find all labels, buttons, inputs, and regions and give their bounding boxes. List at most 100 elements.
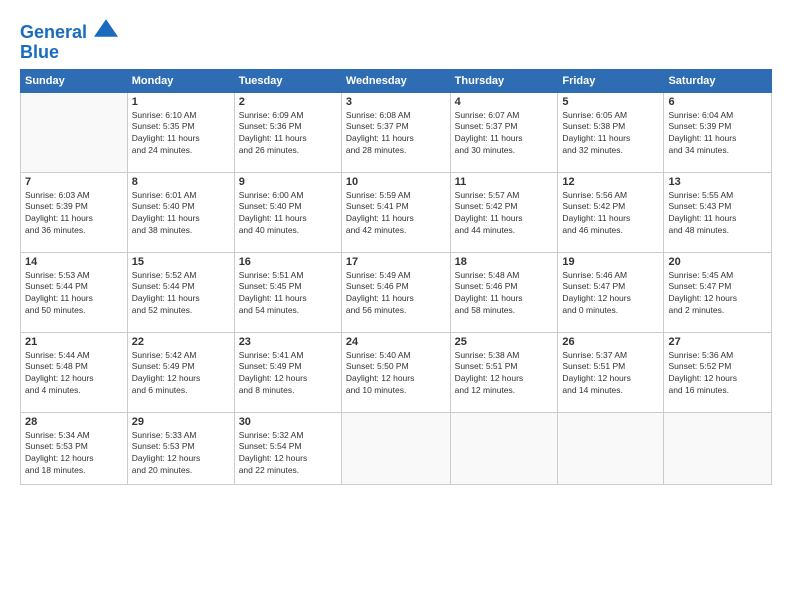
calendar-cell: 28 Sunrise: 5:34 AM Sunset: 5:53 PM Dayli… [21,412,128,484]
logo-icon [94,18,118,38]
day-number: 22 [132,336,230,348]
calendar-cell: 9 Sunrise: 6:00 AM Sunset: 5:40 PM Daylig… [234,172,341,252]
calendar-cell [558,412,664,484]
day-info: Sunrise: 5:38 AM Sunset: 5:51 PM Dayligh… [455,350,554,398]
day-number: 18 [455,256,554,268]
day-info: Sunrise: 5:44 AM Sunset: 5:48 PM Dayligh… [25,350,123,398]
weekday-header-tuesday: Tuesday [234,69,341,92]
day-info: Sunrise: 6:07 AM Sunset: 5:37 PM Dayligh… [455,110,554,158]
calendar-cell: 11Sunrise: 5:57 AM Sunset: 5:42 PM Dayli… [450,172,558,252]
day-number: 27 [668,336,767,348]
day-info: Sunrise: 5:59 AM Sunset: 5:41 PM Dayligh… [346,190,446,238]
week-row-2: 7 Sunrise: 6:03 AM Sunset: 5:39 PM Daylig… [21,172,772,252]
day-number: 16 [239,256,337,268]
day-info: Sunrise: 5:37 AM Sunset: 5:51 PM Dayligh… [562,350,659,398]
day-number: 15 [132,256,230,268]
calendar-cell: 8 Sunrise: 6:01 AM Sunset: 5:40 PM Daylig… [127,172,234,252]
day-info: Sunrise: 5:40 AM Sunset: 5:50 PM Dayligh… [346,350,446,398]
calendar-cell: 4 Sunrise: 6:07 AM Sunset: 5:37 PM Daylig… [450,92,558,172]
day-number: 14 [25,256,123,268]
day-number: 29 [132,416,230,428]
day-info: Sunrise: 5:32 AM Sunset: 5:54 PM Dayligh… [239,430,337,478]
day-number: 8 [132,176,230,188]
calendar-cell: 29 Sunrise: 5:33 AM Sunset: 5:53 PM Dayli… [127,412,234,484]
calendar-cell: 24 Sunrise: 5:40 AM Sunset: 5:50 PM Dayli… [341,332,450,412]
day-number: 26 [562,336,659,348]
day-number: 24 [346,336,446,348]
logo-blue: Blue [20,43,118,63]
calendar-cell: 2 Sunrise: 6:09 AM Sunset: 5:36 PM Daylig… [234,92,341,172]
calendar-cell: 3 Sunrise: 6:08 AM Sunset: 5:37 PM Daylig… [341,92,450,172]
week-row-4: 21Sunrise: 5:44 AM Sunset: 5:48 PM Dayli… [21,332,772,412]
day-info: Sunrise: 6:08 AM Sunset: 5:37 PM Dayligh… [346,110,446,158]
day-info: Sunrise: 5:41 AM Sunset: 5:49 PM Dayligh… [239,350,337,398]
day-number: 6 [668,96,767,108]
day-number: 3 [346,96,446,108]
day-info: Sunrise: 5:55 AM Sunset: 5:43 PM Dayligh… [668,190,767,238]
calendar-cell: 12Sunrise: 5:56 AM Sunset: 5:42 PM Dayli… [558,172,664,252]
week-row-1: 1 Sunrise: 6:10 AM Sunset: 5:35 PM Daylig… [21,92,772,172]
calendar-cell: 25 Sunrise: 5:38 AM Sunset: 5:51 PM Dayli… [450,332,558,412]
weekday-header-thursday: Thursday [450,69,558,92]
header: General Blue [20,16,772,63]
week-row-5: 28 Sunrise: 5:34 AM Sunset: 5:53 PM Dayli… [21,412,772,484]
day-info: Sunrise: 5:42 AM Sunset: 5:49 PM Dayligh… [132,350,230,398]
day-number: 7 [25,176,123,188]
day-number: 25 [455,336,554,348]
day-info: Sunrise: 5:34 AM Sunset: 5:53 PM Dayligh… [25,430,123,478]
weekday-header-monday: Monday [127,69,234,92]
day-number: 10 [346,176,446,188]
day-number: 19 [562,256,659,268]
day-number: 20 [668,256,767,268]
calendar-cell: 16 Sunrise: 5:51 AM Sunset: 5:45 PM Dayli… [234,252,341,332]
day-info: Sunrise: 5:48 AM Sunset: 5:46 PM Dayligh… [455,270,554,318]
day-number: 2 [239,96,337,108]
calendar-cell: 15 Sunrise: 5:52 AM Sunset: 5:44 PM Dayli… [127,252,234,332]
day-info: Sunrise: 5:46 AM Sunset: 5:47 PM Dayligh… [562,270,659,318]
day-number: 13 [668,176,767,188]
calendar-cell: 20 Sunrise: 5:45 AM Sunset: 5:47 PM Dayli… [664,252,772,332]
day-number: 5 [562,96,659,108]
day-number: 23 [239,336,337,348]
day-info: Sunrise: 5:52 AM Sunset: 5:44 PM Dayligh… [132,270,230,318]
calendar-cell: 27 Sunrise: 5:36 AM Sunset: 5:52 PM Dayli… [664,332,772,412]
day-info: Sunrise: 6:09 AM Sunset: 5:36 PM Dayligh… [239,110,337,158]
calendar-cell: 10 Sunrise: 5:59 AM Sunset: 5:41 PM Dayli… [341,172,450,252]
day-info: Sunrise: 6:00 AM Sunset: 5:40 PM Dayligh… [239,190,337,238]
day-info: Sunrise: 5:53 AM Sunset: 5:44 PM Dayligh… [25,270,123,318]
day-info: Sunrise: 6:03 AM Sunset: 5:39 PM Dayligh… [25,190,123,238]
calendar-cell [21,92,128,172]
calendar-cell: 6Sunrise: 6:04 AM Sunset: 5:39 PM Daylig… [664,92,772,172]
calendar-cell: 23 Sunrise: 5:41 AM Sunset: 5:49 PM Dayli… [234,332,341,412]
logo-general: General [20,22,87,42]
calendar-cell: 22 Sunrise: 5:42 AM Sunset: 5:49 PM Dayli… [127,332,234,412]
calendar-cell: 5Sunrise: 6:05 AM Sunset: 5:38 PM Daylig… [558,92,664,172]
calendar-cell: 26 Sunrise: 5:37 AM Sunset: 5:51 PM Dayli… [558,332,664,412]
day-info: Sunrise: 6:10 AM Sunset: 5:35 PM Dayligh… [132,110,230,158]
calendar-cell: 7 Sunrise: 6:03 AM Sunset: 5:39 PM Daylig… [21,172,128,252]
day-number: 17 [346,256,446,268]
day-info: Sunrise: 5:33 AM Sunset: 5:53 PM Dayligh… [132,430,230,478]
day-info: Sunrise: 5:36 AM Sunset: 5:52 PM Dayligh… [668,350,767,398]
day-info: Sunrise: 5:49 AM Sunset: 5:46 PM Dayligh… [346,270,446,318]
calendar-cell: 13 Sunrise: 5:55 AM Sunset: 5:43 PM Dayli… [664,172,772,252]
day-number: 1 [132,96,230,108]
day-number: 11 [455,176,554,188]
calendar-cell: 19 Sunrise: 5:46 AM Sunset: 5:47 PM Dayli… [558,252,664,332]
day-info: Sunrise: 6:01 AM Sunset: 5:40 PM Dayligh… [132,190,230,238]
week-row-3: 14 Sunrise: 5:53 AM Sunset: 5:44 PM Dayli… [21,252,772,332]
day-number: 9 [239,176,337,188]
day-number: 12 [562,176,659,188]
day-info: Sunrise: 5:45 AM Sunset: 5:47 PM Dayligh… [668,270,767,318]
weekday-header-sunday: Sunday [21,69,128,92]
day-number: 30 [239,416,337,428]
day-number: 4 [455,96,554,108]
calendar-cell [450,412,558,484]
calendar-cell: 21Sunrise: 5:44 AM Sunset: 5:48 PM Dayli… [21,332,128,412]
calendar-cell: 14 Sunrise: 5:53 AM Sunset: 5:44 PM Dayli… [21,252,128,332]
calendar-cell: 17 Sunrise: 5:49 AM Sunset: 5:46 PM Dayli… [341,252,450,332]
day-info: Sunrise: 5:51 AM Sunset: 5:45 PM Dayligh… [239,270,337,318]
calendar-cell: 18 Sunrise: 5:48 AM Sunset: 5:46 PM Dayli… [450,252,558,332]
day-number: 28 [25,416,123,428]
logo: General Blue [20,20,118,63]
